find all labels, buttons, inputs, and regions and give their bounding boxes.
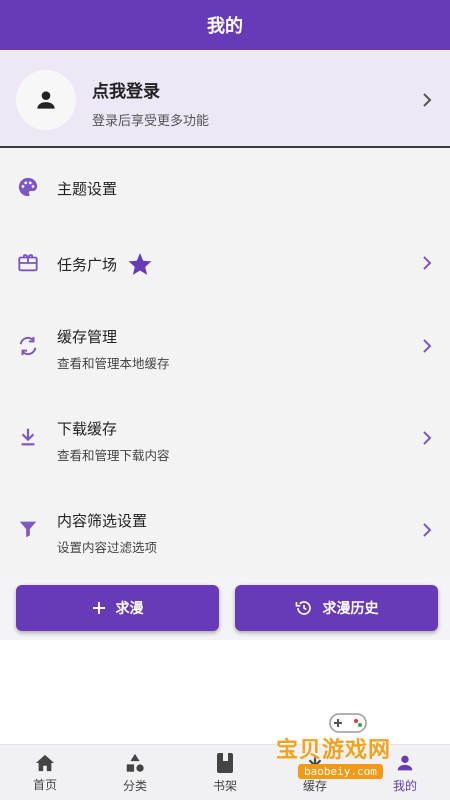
- menu-item-downloads[interactable]: 下载缓存 查看和管理下载内容: [0, 392, 450, 484]
- chevron-right-icon: [422, 338, 432, 358]
- chevron-right-icon: [422, 522, 432, 542]
- page-title: 我的: [207, 16, 243, 37]
- menu-item-content-filter[interactable]: 内容筛选设置 设置内容过滤选项: [0, 484, 450, 574]
- tab-label: 首页: [32, 777, 57, 792]
- category-icon: [126, 753, 144, 772]
- login-subtitle: 登录后享受更多功能: [92, 114, 210, 129]
- chevron-right-icon: [422, 92, 432, 108]
- request-history-label: 求漫历史: [322, 601, 379, 617]
- star-icon: [128, 253, 152, 275]
- watermark: 宝贝游戏网 baobeiy.com: [276, 710, 426, 790]
- app-bar: 我的: [0, 0, 450, 50]
- tab-home[interactable]: 首页: [0, 745, 90, 800]
- menu-item-title: 主题设置: [57, 180, 118, 198]
- chevron-right-icon: [422, 430, 432, 450]
- tab-label: 分类: [122, 778, 147, 793]
- watermark-url: baobeiy.com: [298, 764, 383, 779]
- sync-icon: [17, 335, 39, 357]
- request-comic-label: 求漫: [115, 601, 144, 617]
- request-comic-button[interactable]: 求漫: [16, 585, 219, 631]
- menu-item-title: 下载缓存: [57, 420, 118, 438]
- menu-item-tasks[interactable]: 任务广场: [0, 225, 450, 300]
- book-icon: [217, 752, 233, 773]
- menu-item-subtitle: 查看和管理下载内容: [57, 448, 170, 463]
- request-history-button[interactable]: 求漫历史: [235, 585, 438, 631]
- menu-item-title: 缓存管理: [57, 328, 118, 346]
- filter-icon: [17, 518, 39, 540]
- history-icon: [295, 601, 311, 615]
- chevron-right-icon: [422, 255, 432, 275]
- menu-item-title: 内容筛选设置: [57, 512, 148, 530]
- tab-category[interactable]: 分类: [90, 745, 180, 800]
- login-text: 点我登录 登录后享受更多功能: [92, 77, 209, 129]
- menu-item-title: 任务广场: [57, 255, 118, 274]
- menu-item-cache[interactable]: 缓存管理 查看和管理本地缓存: [0, 300, 450, 392]
- menu-item-subtitle: 查看和管理本地缓存: [57, 356, 170, 371]
- tab-bookshelf[interactable]: 书架: [180, 745, 270, 800]
- plus-icon: [92, 602, 105, 614]
- person-icon: [37, 91, 55, 109]
- palette-icon: [17, 176, 39, 198]
- menu-item-theme[interactable]: 主题设置: [0, 150, 450, 225]
- avatar[interactable]: [16, 70, 76, 130]
- tab-label: 书架: [212, 778, 237, 793]
- gift-card-icon: [17, 252, 39, 274]
- settings-menu: 主题设置 任务广场 缓存管理 查看和管理本地缓存 下载缓存 查看和管理下载内容 …: [0, 150, 450, 574]
- home-icon: [35, 754, 55, 771]
- download-icon: [17, 426, 39, 448]
- menu-item-subtitle: 设置内容过滤选项: [57, 540, 158, 555]
- login-title: 点我登录: [92, 82, 160, 102]
- watermark-text: 宝贝游戏网: [276, 738, 392, 763]
- login-card[interactable]: 点我登录 登录后享受更多功能: [0, 50, 450, 148]
